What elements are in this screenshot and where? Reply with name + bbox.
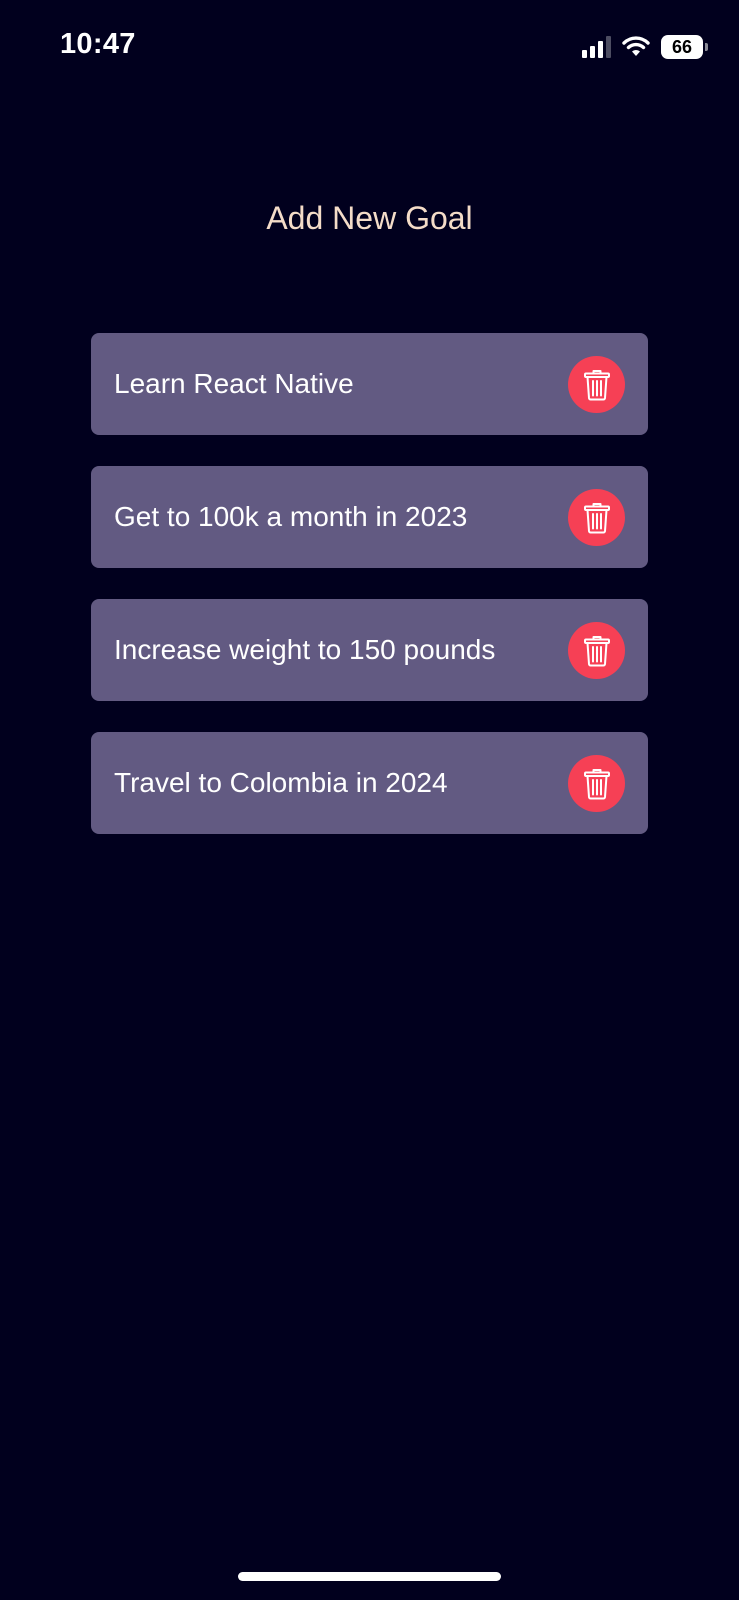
goal-text: Travel to Colombia in 2024: [114, 767, 448, 798]
goal-item[interactable]: Increase weight to 150 pounds: [91, 599, 648, 701]
signal-icon: [582, 36, 611, 58]
goal-item[interactable]: Travel to Colombia in 2024: [91, 732, 648, 834]
trash-icon: [583, 369, 610, 400]
goal-list: Learn React Native Get to 100k a month i…: [91, 333, 648, 865]
battery-level: 66: [671, 36, 693, 57]
delete-goal-button[interactable]: [568, 489, 625, 546]
status-time: 10:47: [60, 28, 136, 60]
delete-goal-button[interactable]: [568, 622, 625, 679]
delete-goal-button[interactable]: [568, 755, 625, 812]
trash-icon: [583, 502, 610, 533]
battery-icon: 66: [661, 35, 708, 59]
status-icons: 66: [582, 33, 708, 61]
goal-text: Learn React Native: [114, 368, 354, 399]
delete-goal-button[interactable]: [568, 356, 625, 413]
home-indicator[interactable]: [238, 1572, 501, 1581]
goal-item[interactable]: Learn React Native: [91, 333, 648, 435]
wifi-icon: [622, 36, 650, 56]
add-new-goal-button[interactable]: Add New Goal: [0, 200, 739, 237]
goal-item[interactable]: Get to 100k a month in 2023: [91, 466, 648, 568]
goal-text: Get to 100k a month in 2023: [114, 501, 468, 532]
status-bar: 10:47 66: [0, 0, 739, 94]
trash-icon: [583, 768, 610, 799]
trash-icon: [583, 635, 610, 666]
goal-text: Increase weight to 150 pounds: [114, 634, 496, 665]
